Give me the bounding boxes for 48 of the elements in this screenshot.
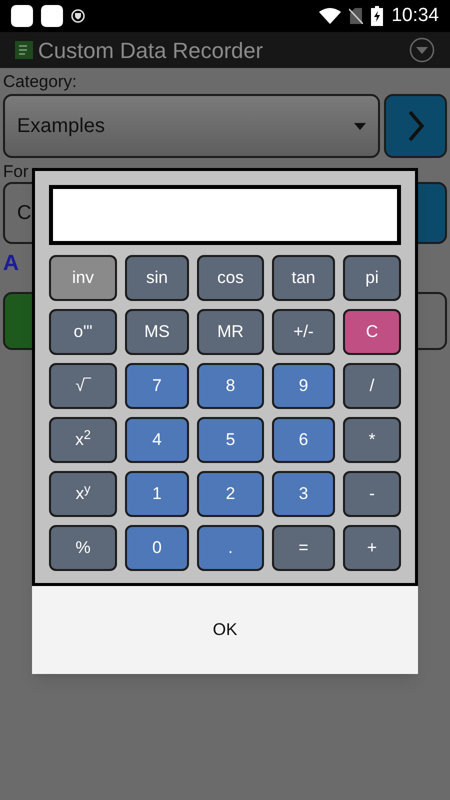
calculator-key[interactable]: * <box>343 417 401 463</box>
chevron-right-icon <box>406 110 424 142</box>
calculator-key[interactable]: 5 <box>197 417 264 463</box>
battery-icon <box>371 6 384 26</box>
calculator-key[interactable]: cos <box>197 255 264 301</box>
display-field[interactable] <box>49 185 401 245</box>
calculator-key[interactable]: 3 <box>272 471 335 517</box>
calculator-key[interactable]: 8 <box>197 363 264 409</box>
calculator-key[interactable]: = <box>272 525 335 571</box>
caret-icon <box>354 122 366 130</box>
wifi-icon <box>319 8 342 24</box>
ok-button[interactable]: OK <box>32 586 418 674</box>
calculator-key[interactable]: MR <box>197 309 264 355</box>
calculator-key[interactable]: sin <box>125 255 189 301</box>
calculator-key[interactable]: - <box>343 471 401 517</box>
calculator-key[interactable]: x$^{y}$ <box>49 471 117 517</box>
app-title: Custom Data Recorder <box>38 36 264 64</box>
calculator-key[interactable]: pi <box>343 255 401 301</box>
calculator-key[interactable]: +/- <box>272 309 335 355</box>
notification-icon <box>11 5 33 27</box>
calculator-key[interactable]: C <box>343 309 401 355</box>
calculator-key[interactable]: MS <box>125 309 189 355</box>
calculator-key[interactable]: + <box>343 525 401 571</box>
calculator-key[interactable]: tan <box>272 255 335 301</box>
calculator-key[interactable]: 6 <box>272 417 335 463</box>
app-icon <box>15 41 33 59</box>
form-label: For <box>3 162 30 182</box>
calculator-key[interactable]: 7 <box>125 363 189 409</box>
category-label: Category: <box>3 72 78 92</box>
notification-icon <box>41 5 63 27</box>
calculator-key[interactable]: inv <box>49 255 117 301</box>
calculator-key[interactable]: o'" <box>49 309 117 355</box>
category-dropdown[interactable]: Examples <box>3 94 380 158</box>
calculator-key[interactable]: 1 <box>125 471 189 517</box>
calculator-key[interactable]: x$^{2}$ <box>49 417 117 463</box>
calculator-key[interactable]: 0 <box>125 525 189 571</box>
clock: 10:34 <box>391 4 439 28</box>
calculator-key[interactable]: √‾ <box>49 363 117 409</box>
calculator-key[interactable]: 9 <box>272 363 335 409</box>
shield-icon <box>71 9 85 23</box>
no-sim-icon <box>349 8 364 24</box>
calculator-key[interactable]: / <box>343 363 401 409</box>
dropdown-menu-icon[interactable] <box>409 37 435 63</box>
calculator-key[interactable]: % <box>49 525 117 571</box>
calculator-key[interactable]: . <box>197 525 264 571</box>
calculator-key[interactable]: 4 <box>125 417 189 463</box>
next-button[interactable] <box>384 94 447 158</box>
calculator-key[interactable]: 2 <box>197 471 264 517</box>
